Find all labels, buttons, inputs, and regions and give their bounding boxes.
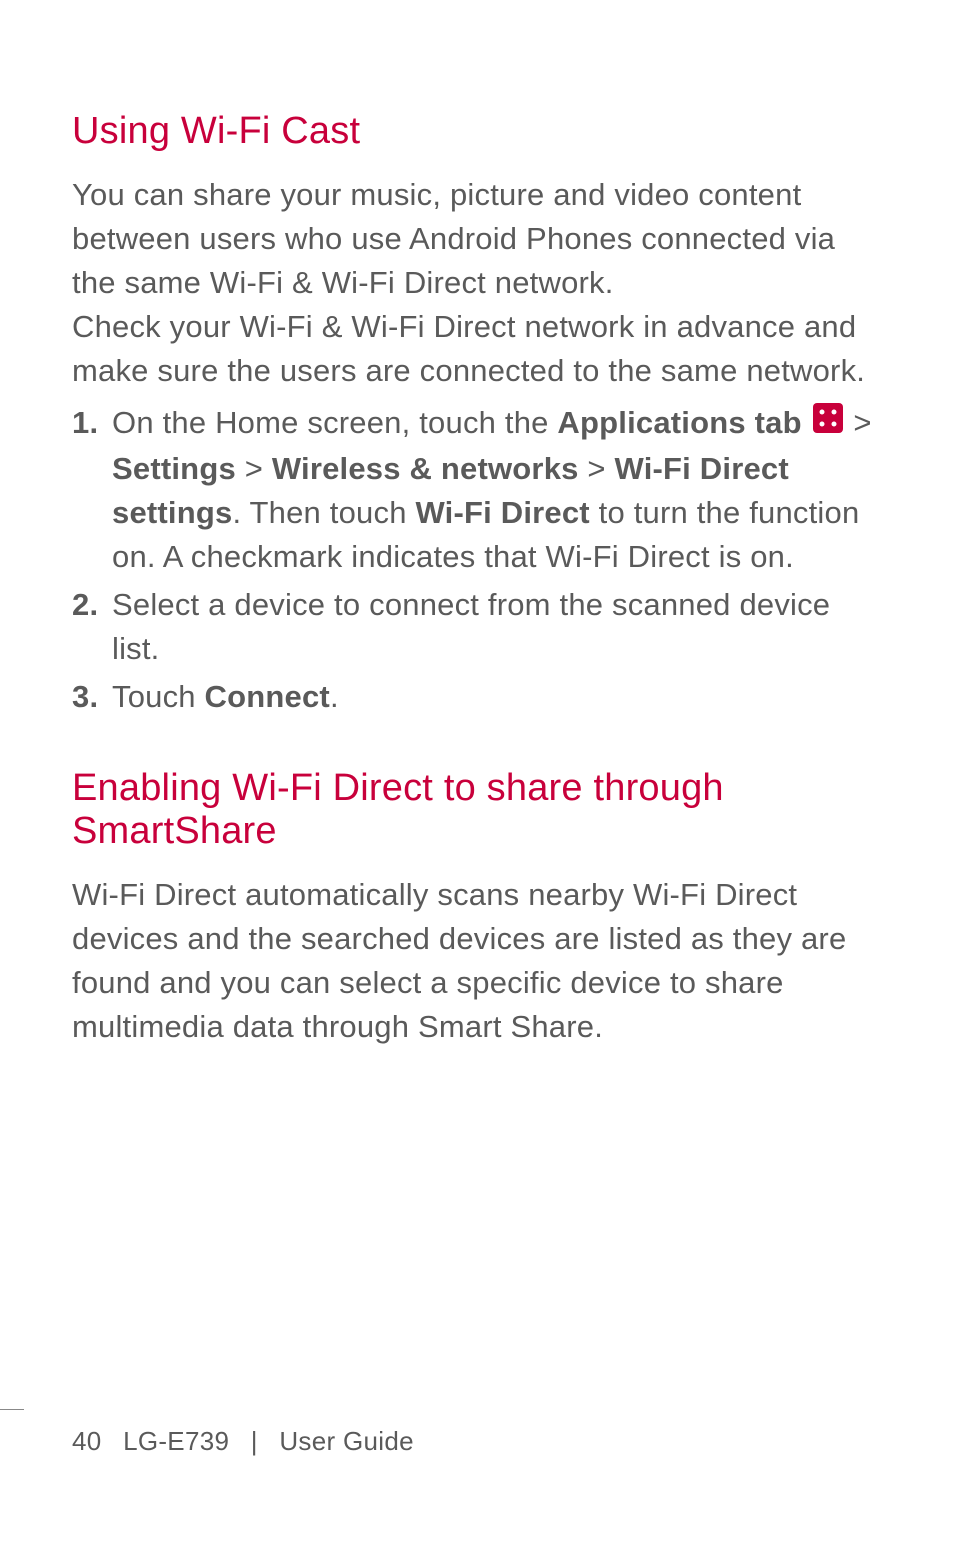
paragraph-smartshare: Wi-Fi Direct automatically scans nearby … <box>72 873 882 1049</box>
step3-pre: Touch <box>112 679 205 714</box>
step-3: Touch Connect. <box>72 675 882 719</box>
step1-mid: . Then touch <box>232 495 415 530</box>
step-2: Select a device to connect from the scan… <box>72 583 882 671</box>
step1-gt3: > <box>579 451 615 486</box>
page-footer: 40 LG-E739 | User Guide <box>72 1409 882 1457</box>
section-heading-smartshare: Enabling Wi-Fi Direct to share through S… <box>72 767 882 853</box>
step1-apps-tab: Applications tab <box>557 405 801 440</box>
paragraph-wifi-cast-intro: You can share your music, picture and vi… <box>72 173 882 305</box>
step3-post: . <box>330 679 339 714</box>
steps-list: On the Home screen, touch the Applicatio… <box>72 401 882 719</box>
step1-wireless: Wireless & networks <box>272 451 579 486</box>
footer-model: LG-E739 <box>123 1426 229 1456</box>
step1-settings: Settings <box>112 451 236 486</box>
step1-wifi-direct: Wi-Fi Direct <box>415 495 589 530</box>
step1-gt2: > <box>236 451 272 486</box>
section-heading-wifi-cast: Using Wi-Fi Cast <box>72 110 882 153</box>
step-1: On the Home screen, touch the Applicatio… <box>72 401 882 579</box>
page-number: 40 <box>72 1426 102 1456</box>
step1-gt1: > <box>845 405 872 440</box>
step3-connect: Connect <box>205 679 330 714</box>
paragraph-wifi-cast-check: Check your Wi-Fi & Wi-Fi Direct network … <box>72 305 882 393</box>
apps-grid-icon <box>813 401 843 445</box>
step1-pre: On the Home screen, touch the <box>112 405 557 440</box>
footer-label: User Guide <box>279 1426 414 1456</box>
footer-rule <box>0 1409 24 1410</box>
footer-separator: | <box>251 1426 258 1456</box>
